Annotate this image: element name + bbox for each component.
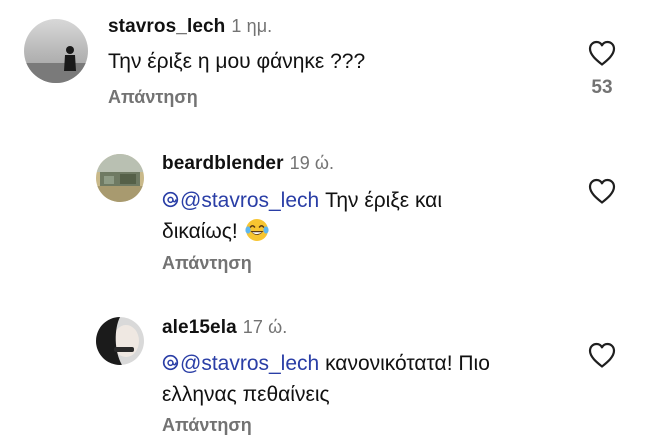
username-text[interactable]: beardblender: [162, 153, 284, 174]
comment-stavros-lech: stavros_lech 1 ημ. Την έριξε η μου φάνηκε…: [0, 0, 650, 120]
threads-logo-icon: [162, 191, 179, 208]
avatar-photo: [96, 317, 144, 365]
avatar-photo: [96, 154, 144, 202]
comment-text-line: δικαίως!: [162, 220, 238, 243]
mention-link[interactable]: @stavros_lech: [162, 352, 319, 375]
heart-icon[interactable]: [588, 178, 616, 204]
avatar[interactable]: [96, 317, 144, 365]
comment-text: @stavros_lech κανονικότατα! Πιο ελληνας …: [162, 348, 490, 410]
reply-button[interactable]: Απάντηση: [162, 253, 252, 274]
comment-timestamp: 19 ώ.: [289, 153, 335, 173]
reply-button[interactable]: Απάντηση: [108, 87, 198, 108]
reply-ale15ela: ale15ela 17 ώ. @stavros_lech κανονικότατα…: [0, 300, 650, 444]
tears-of-joy-emoji-icon: [245, 219, 269, 241]
avatar[interactable]: [24, 19, 88, 83]
comment-text-line: Την έριξε και: [325, 189, 442, 212]
mention-text[interactable]: @stavros_lech: [180, 189, 319, 212]
comment-username[interactable]: beardblender 19 ώ.: [162, 153, 334, 175]
mention-link[interactable]: @stavros_lech: [162, 189, 319, 212]
mention-text[interactable]: @stavros_lech: [180, 352, 319, 375]
reply-button[interactable]: Απάντηση: [162, 415, 252, 436]
avatar[interactable]: [96, 154, 144, 202]
heart-icon[interactable]: [588, 342, 616, 368]
comment-text-line: κανονικότατα! Πιο: [325, 352, 490, 375]
comment-text-line: ελληνας πεθαίνεις: [162, 383, 330, 406]
comment-username[interactable]: stavros_lech 1 ημ.: [108, 16, 272, 38]
like-count: 53: [591, 77, 613, 98]
reply-beardblender: beardblender 19 ώ. @stavros_lech Την έριξ…: [0, 140, 650, 280]
avatar-photo: [24, 19, 88, 83]
username-text[interactable]: ale15ela: [162, 317, 237, 338]
comment-text: @stavros_lech Την έριξε και δικαίως!: [162, 185, 442, 247]
comment-timestamp: 17 ώ.: [242, 317, 288, 337]
username-text[interactable]: stavros_lech: [108, 16, 225, 37]
threads-logo-icon: [162, 354, 179, 371]
heart-icon[interactable]: [588, 40, 616, 66]
comment-username[interactable]: ale15ela 17 ώ.: [162, 317, 287, 339]
comment-text: Την έριξε η μου φάνηκε ???: [108, 50, 366, 73]
comment-timestamp: 1 ημ.: [231, 16, 273, 36]
